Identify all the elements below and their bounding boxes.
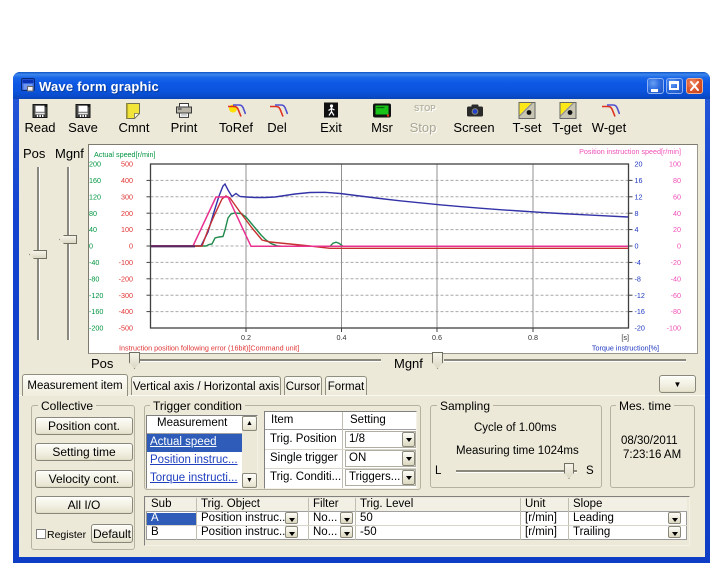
svg-text:500: 500	[121, 160, 133, 169]
svg-text:-500: -500	[119, 324, 133, 333]
svg-text:-12: -12	[635, 291, 645, 300]
svg-text:200: 200	[121, 209, 133, 218]
svg-text:60: 60	[673, 192, 681, 201]
svg-text:-40: -40	[89, 258, 99, 267]
svg-text:8: 8	[635, 209, 639, 218]
svg-text:-16: -16	[635, 307, 645, 316]
svg-text:-120: -120	[89, 291, 103, 300]
svg-text:120: 120	[89, 192, 101, 201]
svg-text:40: 40	[673, 209, 681, 218]
svg-text:20: 20	[673, 225, 681, 234]
svg-text:-300: -300	[119, 291, 133, 300]
svg-text:40: 40	[89, 225, 97, 234]
svg-text:0: 0	[129, 242, 133, 251]
svg-text:160: 160	[89, 176, 101, 185]
svg-text:300: 300	[121, 192, 133, 201]
svg-text:100: 100	[121, 225, 133, 234]
svg-text:-80: -80	[89, 274, 99, 283]
svg-text:400: 400	[121, 176, 133, 185]
svg-text:-400: -400	[119, 307, 133, 316]
svg-text:16: 16	[635, 176, 643, 185]
svg-text:Torque instruction[%]: Torque instruction[%]	[592, 344, 659, 353]
svg-text:80: 80	[673, 176, 681, 185]
svg-text:-100: -100	[667, 324, 681, 333]
svg-text:-20: -20	[635, 324, 645, 333]
svg-text:4: 4	[635, 225, 639, 234]
svg-text:0.8: 0.8	[528, 333, 538, 342]
svg-text:-200: -200	[119, 274, 133, 283]
svg-text:12: 12	[635, 192, 643, 201]
svg-text:-80: -80	[671, 307, 681, 316]
svg-text:-100: -100	[119, 258, 133, 267]
svg-text:0.6: 0.6	[432, 333, 442, 342]
svg-text:0.2: 0.2	[241, 333, 251, 342]
svg-text:-160: -160	[89, 307, 103, 316]
svg-text:0: 0	[89, 242, 93, 251]
svg-text:0.4: 0.4	[337, 333, 347, 342]
svg-text:200: 200	[89, 160, 101, 169]
svg-text:Position instruction speed[r/m: Position instruction speed[r/min]	[579, 147, 681, 156]
svg-text:Instruction position following: Instruction position following error (16…	[119, 344, 299, 353]
svg-text:-60: -60	[671, 291, 681, 300]
svg-text:20: 20	[635, 160, 643, 169]
svg-text:-20: -20	[671, 258, 681, 267]
svg-text:0: 0	[677, 242, 681, 251]
svg-text:0: 0	[635, 242, 639, 251]
svg-text:80: 80	[89, 209, 97, 218]
svg-text:-4: -4	[635, 258, 641, 267]
svg-text:[s]: [s]	[621, 333, 629, 342]
svg-text:-8: -8	[635, 274, 641, 283]
svg-text:-200: -200	[89, 324, 103, 333]
svg-text:Actual speed[r/min]: Actual speed[r/min]	[94, 150, 156, 159]
svg-text:100: 100	[669, 160, 681, 169]
svg-text:-40: -40	[671, 274, 681, 283]
